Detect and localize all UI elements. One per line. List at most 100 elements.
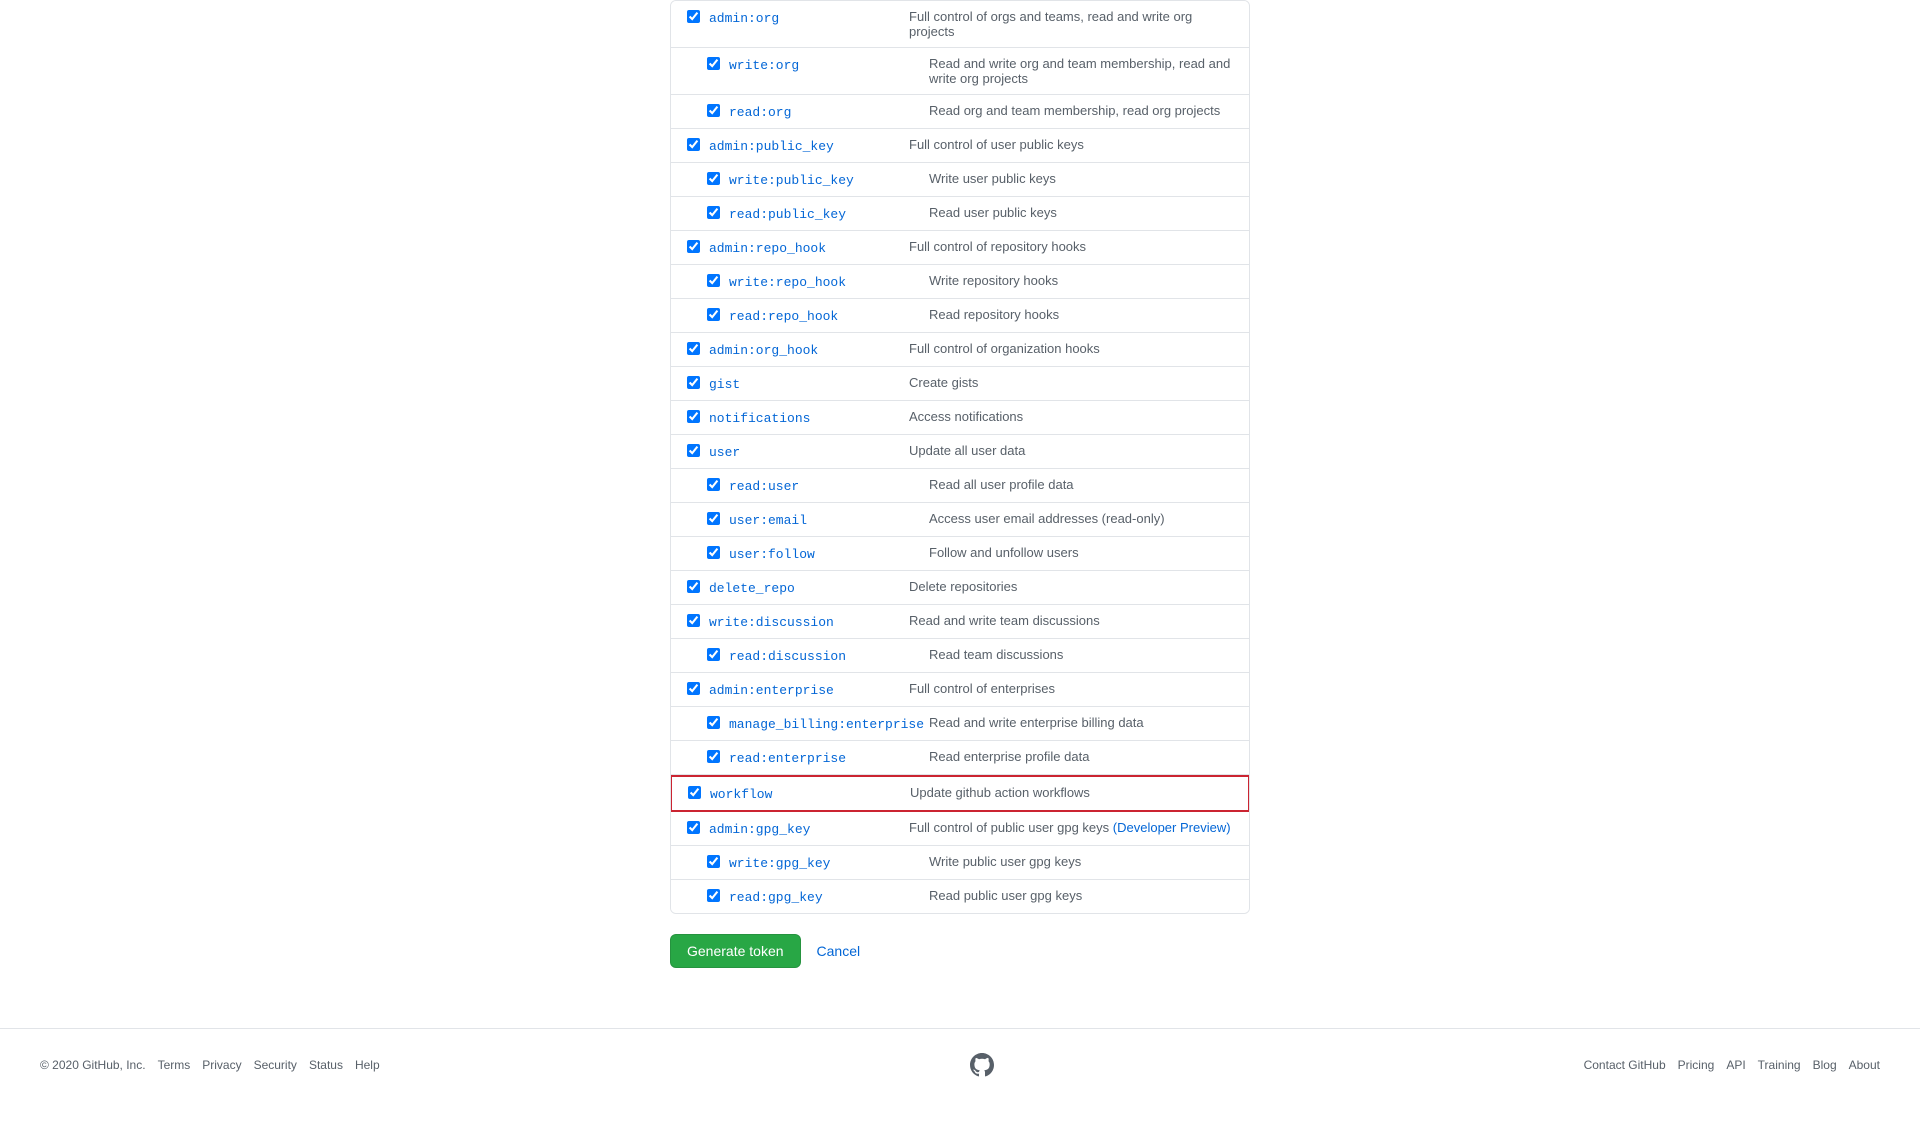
checkbox-admin_repo_hook[interactable] <box>687 240 700 253</box>
checkbox-read_public_key[interactable] <box>707 206 720 219</box>
cancel-button[interactable]: Cancel <box>813 937 865 965</box>
scope-name-col-workflow: workflow <box>710 785 910 802</box>
checkbox-read_repo_hook[interactable] <box>707 308 720 321</box>
scope-name-col-manage_billing_enterprise: manage_billing:enterprise <box>729 715 929 732</box>
scope-desc-col-user_email: Access user email addresses (read-only) <box>929 511 1233 526</box>
checkbox-admin_gpg_key[interactable] <box>687 821 700 834</box>
checkbox-col-admin_org_hook <box>687 342 709 358</box>
scope-row-user_follow: user:followFollow and unfollow users <box>671 537 1249 571</box>
scope-name-workflow: workflow <box>710 787 772 802</box>
scopes-container: admin:org Full control of orgs and teams,… <box>670 0 1250 914</box>
scope-row-read_repo_hook: read:repo_hookRead repository hooks <box>671 299 1249 333</box>
scope-desc-col-admin_org_hook: Full control of organization hooks <box>909 341 1233 356</box>
checkbox-col-write_discussion <box>687 614 709 630</box>
checkbox-admin_org[interactable] <box>687 10 700 23</box>
scope-name-col-admin_org_hook: admin:org_hook <box>709 341 909 358</box>
scope-row-read_discussion: read:discussionRead team discussions <box>671 639 1249 673</box>
scope-name-read_enterprise: read:enterprise <box>729 751 846 766</box>
checkbox-write_gpg_key[interactable] <box>707 855 720 868</box>
checkbox-col-read_public_key <box>707 206 729 222</box>
scope-name-col-delete_repo: delete_repo <box>709 579 909 596</box>
footer-link-blog[interactable]: Blog <box>1813 1058 1837 1072</box>
generate-token-button[interactable]: Generate token <box>670 934 801 968</box>
scope-name-col-write_org: write:org <box>729 56 929 73</box>
scope-row-admin_gpg_key: admin:gpg_keyFull control of public user… <box>671 812 1249 846</box>
checkbox-admin_enterprise[interactable] <box>687 682 700 695</box>
footer-link-pricing[interactable]: Pricing <box>1678 1058 1715 1072</box>
checkbox-gist[interactable] <box>687 376 700 389</box>
checkbox-user[interactable] <box>687 444 700 457</box>
scope-name-write_org: write:org <box>729 58 799 73</box>
scope-name-write_repo_hook: write:repo_hook <box>729 275 846 290</box>
scope-name-user_follow: user:follow <box>729 547 815 562</box>
checkbox-manage_billing_enterprise[interactable] <box>707 716 720 729</box>
scope-desc-col-manage_billing_enterprise: Read and write enterprise billing data <box>929 715 1233 730</box>
footer-link-training[interactable]: Training <box>1758 1058 1801 1072</box>
scope-name-gist: gist <box>709 377 740 392</box>
checkbox-workflow[interactable] <box>688 786 701 799</box>
checkbox-col-write_public_key <box>707 172 729 188</box>
scope-name-col-write_gpg_key: write:gpg_key <box>729 854 929 871</box>
scope-name-read_org: read:org <box>729 105 791 120</box>
scope-name-read_user: read:user <box>729 479 799 494</box>
scope-desc-col-write_repo_hook: Write repository hooks <box>929 273 1233 288</box>
footer-left: © 2020 GitHub, Inc. Terms Privacy Securi… <box>40 1058 380 1072</box>
footer-link-contact[interactable]: Contact GitHub <box>1584 1058 1666 1072</box>
scope-row-user: userUpdate all user data <box>671 435 1249 469</box>
checkbox-delete_repo[interactable] <box>687 580 700 593</box>
scope-desc-col-admin_org: Full control of orgs and teams, read and… <box>909 9 1233 39</box>
scope-row-write_repo_hook: write:repo_hook Write repository hooks <box>671 265 1249 299</box>
footer-link-status[interactable]: Status <box>309 1058 343 1072</box>
scope-row-read_org: read:orgRead org and team membership, re… <box>671 95 1249 129</box>
checkbox-col-delete_repo <box>687 580 709 596</box>
scope-desc-col-admin_enterprise: Full control of enterprises <box>909 681 1233 696</box>
checkbox-read_user[interactable] <box>707 478 720 491</box>
scope-name-admin_org: admin:org <box>709 11 779 26</box>
footer-link-about[interactable]: About <box>1849 1058 1880 1072</box>
scope-name-col-read_user: read:user <box>729 477 929 494</box>
scope-desc-col-write_gpg_key: Write public user gpg keys <box>929 854 1233 869</box>
checkbox-col-read_gpg_key <box>707 889 729 905</box>
scope-name-delete_repo: delete_repo <box>709 581 795 596</box>
checkbox-col-user <box>687 444 709 460</box>
scope-name-col-write_discussion: write:discussion <box>709 613 909 630</box>
checkbox-col-read_enterprise <box>707 750 729 766</box>
checkbox-notifications[interactable] <box>687 410 700 423</box>
footer-link-api[interactable]: API <box>1726 1058 1745 1072</box>
scope-name-col-gist: gist <box>709 375 909 392</box>
checkbox-col-admin_org <box>687 10 709 26</box>
checkbox-write_discussion[interactable] <box>687 614 700 627</box>
scope-name-col-read_repo_hook: read:repo_hook <box>729 307 929 324</box>
checkbox-admin_org_hook[interactable] <box>687 342 700 355</box>
footer-link-security[interactable]: Security <box>254 1058 297 1072</box>
checkbox-write_repo_hook[interactable] <box>707 274 720 287</box>
scope-desc-col-read_user: Read all user profile data <box>929 477 1233 492</box>
scope-name-admin_enterprise: admin:enterprise <box>709 683 834 698</box>
footer-link-terms[interactable]: Terms <box>158 1058 191 1072</box>
footer-right: Contact GitHub Pricing API Training Blog… <box>1584 1058 1880 1072</box>
scope-name-write_discussion: write:discussion <box>709 615 834 630</box>
checkbox-user_email[interactable] <box>707 512 720 525</box>
checkbox-write_org[interactable] <box>707 57 720 70</box>
checkbox-col-read_discussion <box>707 648 729 664</box>
scope-row-read_gpg_key: read:gpg_keyRead public user gpg keys <box>671 880 1249 913</box>
scope-desc-link-admin_gpg_key[interactable]: (Developer Preview) <box>1113 820 1231 835</box>
checkbox-col-admin_repo_hook <box>687 240 709 256</box>
scope-name-notifications: notifications <box>709 411 810 426</box>
scope-name-write_public_key: write:public_key <box>729 173 854 188</box>
checkbox-read_enterprise[interactable] <box>707 750 720 763</box>
checkbox-read_org[interactable] <box>707 104 720 117</box>
scope-desc-col-workflow: Update github action workflows <box>910 785 1232 800</box>
scope-row-admin_public_key: admin:public_keyFull control of user pub… <box>671 129 1249 163</box>
scope-desc-col-read_enterprise: Read enterprise profile data <box>929 749 1233 764</box>
scope-name-admin_gpg_key: admin:gpg_key <box>709 822 810 837</box>
checkbox-write_public_key[interactable] <box>707 172 720 185</box>
scope-name-col-admin_enterprise: admin:enterprise <box>709 681 909 698</box>
checkbox-read_gpg_key[interactable] <box>707 889 720 902</box>
checkbox-user_follow[interactable] <box>707 546 720 559</box>
checkbox-admin_public_key[interactable] <box>687 138 700 151</box>
scope-desc-col-read_public_key: Read user public keys <box>929 205 1233 220</box>
footer-link-privacy[interactable]: Privacy <box>202 1058 241 1072</box>
checkbox-read_discussion[interactable] <box>707 648 720 661</box>
footer-link-help[interactable]: Help <box>355 1058 380 1072</box>
